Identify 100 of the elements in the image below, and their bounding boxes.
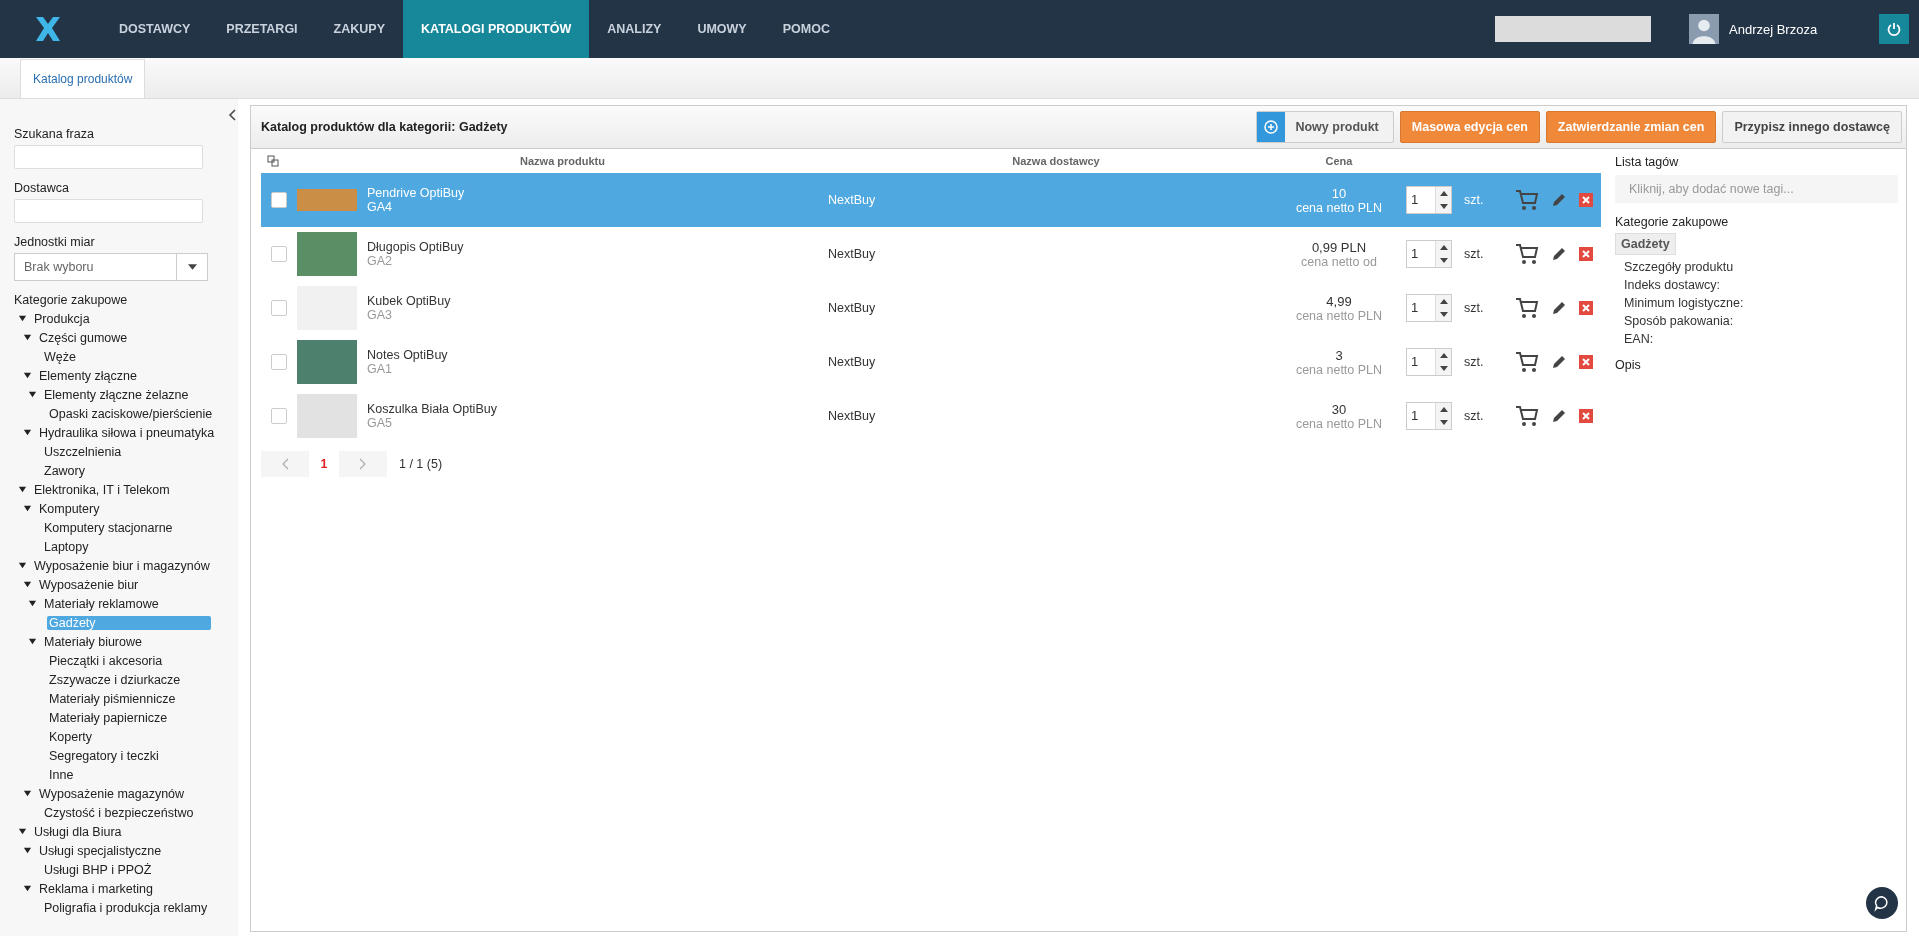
category-item[interactable]: Elementy złączne żelazne [42,387,191,402]
delete-icon[interactable] [1579,355,1593,369]
supplier-input-field[interactable] [14,199,203,223]
cart-icon[interactable] [1515,297,1539,319]
expanded-triangle-icon[interactable] [23,789,32,798]
category-item[interactable]: Laptopy [42,539,91,554]
expanded-triangle-icon[interactable] [23,580,32,589]
category-item[interactable]: Usługi specjalistyczne [37,843,164,858]
expanded-triangle-icon[interactable] [28,390,37,399]
select-all-icon[interactable] [267,155,279,167]
nav-tab[interactable]: ANALIZY [589,0,680,58]
category-item[interactable]: Wyposażenie biur [37,577,141,592]
expanded-triangle-icon[interactable] [28,637,37,646]
nav-tab[interactable]: PRZETARGI [208,0,316,58]
pencil-icon[interactable] [1551,300,1567,316]
product-row[interactable]: Pendrive OptiBuy GA4 NextBuy 10 cena netto PLN 1 szt. [261,173,1601,227]
expanded-triangle-icon[interactable] [23,333,32,342]
phrase-input-field[interactable] [14,145,203,169]
product-name[interactable]: Kubek OptiBuy [367,294,451,308]
quantity-input-field[interactable]: 1 [1406,294,1452,322]
category-item[interactable]: Wyposażenie magazynów [37,786,187,801]
category-item[interactable]: Komputery stacjonarne [42,520,175,535]
search-field[interactable] [1495,16,1651,42]
spin-up-icon[interactable] [1439,245,1448,250]
nav-tab[interactable]: UMOWY [679,0,765,58]
tags-input-field[interactable]: Kliknij, aby dodać nowe tagi... [1615,175,1898,203]
chat-button[interactable] [1866,887,1898,919]
expanded-triangle-icon[interactable] [23,504,32,513]
quantity-input-field[interactable]: 1 [1406,240,1452,268]
checkbox[interactable] [271,300,287,316]
cart-icon[interactable] [1515,405,1539,427]
logo-icon[interactable] [33,14,63,44]
category-item[interactable]: Części gumowe [37,330,130,345]
category-item[interactable]: Koperty [47,729,95,744]
category-item[interactable]: Reklama i marketing [37,881,155,896]
spin-down-icon[interactable] [1439,258,1448,263]
delete-icon[interactable] [1579,193,1593,207]
spin-up-icon[interactable] [1439,299,1448,304]
category-item[interactable]: Segregatory i teczki [47,748,161,763]
expanded-triangle-icon[interactable] [28,599,37,608]
product-name[interactable]: Notes OptiBuy [367,348,448,362]
cart-icon[interactable] [1515,243,1539,265]
units-dropdown[interactable]: Brak wyboru [14,253,208,281]
category-item[interactable]: Inne [47,767,76,782]
user-name[interactable]: Andrzej Brzoza [1729,21,1818,37]
expanded-triangle-icon[interactable] [18,561,27,570]
expanded-triangle-icon[interactable] [23,884,32,893]
category-item[interactable]: Produkcja [32,311,92,326]
category-item[interactable]: Hydraulika siłowa i pneumatyka [37,425,217,440]
product-row[interactable]: Długopis OptiBuy GA2 NextBuy 0,99 PLN cena netto od 1 szt. [261,227,1601,281]
delete-icon[interactable] [1579,247,1593,261]
product-row[interactable]: Kubek OptiBuy GA3 NextBuy 4,99 cena netto PLN 1 szt. [261,281,1601,335]
page-link[interactable]: 1 [309,457,339,471]
nav-tab[interactable]: DOSTAWCY [101,0,209,58]
category-item[interactable]: Elementy złączne [37,368,139,383]
quantity-input-field[interactable]: 1 [1406,402,1452,430]
expanded-triangle-icon[interactable] [23,846,32,855]
category-item[interactable]: Zszywacze i dziurkacze [47,672,183,687]
category-item[interactable]: Wyposażenie biur i magazynów [32,558,212,573]
new-product-button[interactable]: Nowy produkt [1256,111,1394,143]
category-item[interactable]: Materiały reklamowe [42,596,161,611]
delete-icon[interactable] [1579,301,1593,315]
product-name[interactable]: Długopis OptiBuy [367,240,464,254]
product-name[interactable]: Koszulka Biała OptiBuy [367,402,497,416]
category-item[interactable]: Czystość i bezpieczeństwo [42,805,196,820]
pencil-icon[interactable] [1551,408,1567,424]
spin-up-icon[interactable] [1439,191,1448,196]
category-item[interactable]: Opaski zaciskowe/pierścienie [47,406,215,421]
category-item[interactable]: Węże [42,349,78,364]
category-item[interactable]: Zawory [42,463,87,478]
cart-icon[interactable] [1515,351,1539,373]
power-button[interactable] [1879,14,1909,44]
expanded-triangle-icon[interactable] [18,485,27,494]
spin-up-icon[interactable] [1439,353,1448,358]
checkbox[interactable] [271,192,287,208]
checkbox[interactable] [271,408,287,424]
category-item[interactable]: Uszczelnienia [42,444,124,459]
quantity-input-field[interactable]: 1 [1406,348,1452,376]
spin-down-icon[interactable] [1439,420,1448,425]
nav-tab[interactable]: ZAKUPY [315,0,403,58]
subtab[interactable]: Katalog produktów [20,59,146,98]
expanded-triangle-icon[interactable] [18,314,27,323]
category-item[interactable]: Materiały papiernicze [47,710,170,725]
collapse-chevron-icon[interactable] [228,109,236,121]
category-item[interactable]: Usługi dla Biura [32,824,124,839]
pencil-icon[interactable] [1551,354,1567,370]
nav-tab[interactable]: POMOC [764,0,848,58]
delete-icon[interactable] [1579,409,1593,423]
product-row[interactable]: Koszulka Biała OptiBuy GA5 NextBuy 30 cena netto PLN 1 szt. [261,389,1601,443]
category-item[interactable]: Elektronika, IT i Telekom [32,482,172,497]
spin-down-icon[interactable] [1439,312,1448,317]
product-row[interactable]: Notes OptiBuy GA1 NextBuy 3 cena netto PLN 1 szt. [261,335,1601,389]
action-button[interactable]: Przypisz innego dostawcę [1722,111,1902,143]
category-item[interactable]: Materiały biurowe [42,634,144,649]
pencil-icon[interactable] [1551,246,1567,262]
expanded-triangle-icon[interactable] [23,371,32,380]
category-item[interactable]: Materiały piśmiennicze [47,691,178,706]
checkbox[interactable] [271,354,287,370]
expanded-triangle-icon[interactable] [18,827,27,836]
nav-tab[interactable]: KATALOGI PRODUKTÓW [403,0,590,58]
